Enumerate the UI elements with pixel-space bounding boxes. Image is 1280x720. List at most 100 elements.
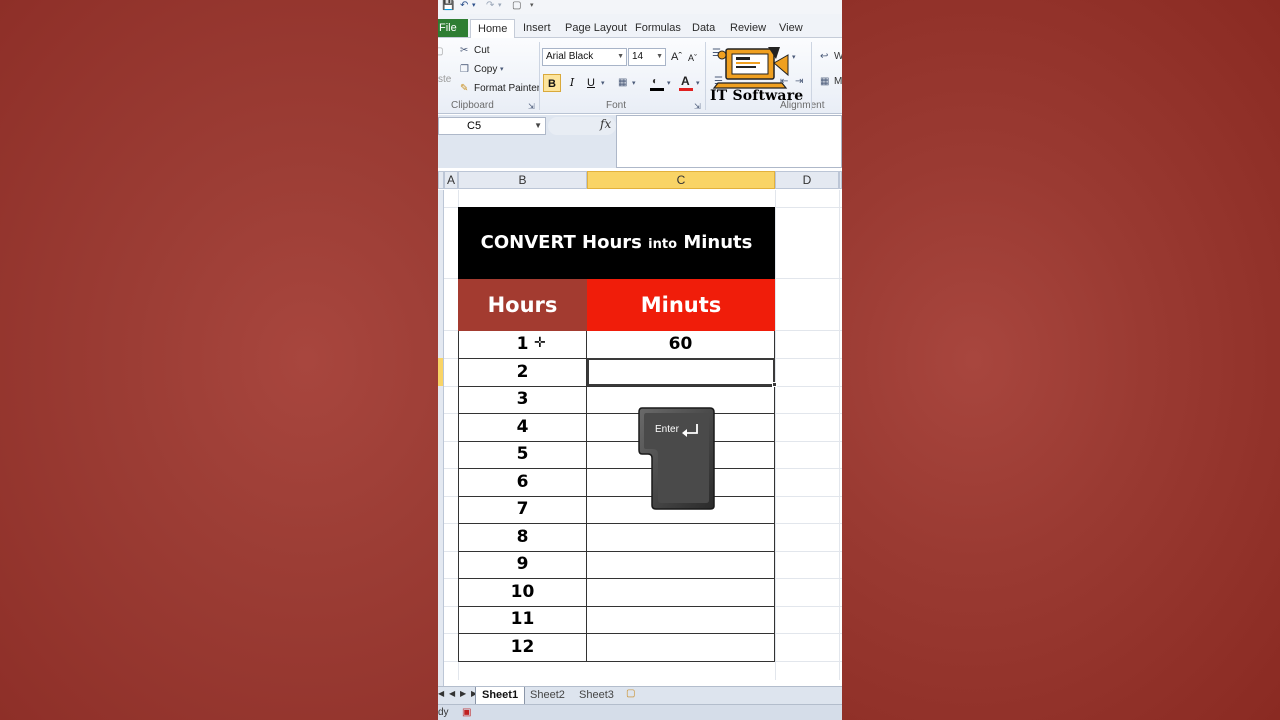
minutes-cell[interactable]	[587, 634, 774, 661]
quick-access-toolbar: 💾 ↶ ▾ ↷ ▾ ▢ ▾	[438, 0, 842, 14]
font-launcher-icon[interactable]: ⇲	[694, 101, 701, 113]
bold-button[interactable]: B	[543, 74, 561, 92]
font-size-select[interactable]: 14 ▼	[628, 48, 666, 66]
underline-dropdown-icon[interactable]: ▾	[601, 78, 605, 90]
fill-handle[interactable]	[772, 382, 777, 387]
grid-line	[775, 190, 776, 680]
redo-dropdown-icon[interactable]: ▾	[498, 0, 502, 12]
merge-center-icon[interactable]: ▦	[820, 76, 829, 88]
table-title[interactable]: CONVERT Hours into Minuts	[458, 207, 775, 279]
minutes-cell[interactable]	[587, 606, 774, 633]
save-icon[interactable]: 💾	[442, 0, 454, 12]
column-header-e[interactable]	[839, 171, 842, 189]
borders-dropdown-icon[interactable]: ▾	[632, 78, 636, 90]
fx-icon[interactable]: fx	[600, 117, 611, 131]
hours-cell[interactable]: 5	[459, 441, 587, 468]
cut-button[interactable]: Cut	[474, 45, 490, 57]
tab-file[interactable]: File	[438, 19, 468, 37]
font-family-value: Arial Black	[546, 51, 594, 62]
tab-formulas[interactable]: Formulas	[635, 21, 681, 35]
fill-color-icon[interactable]: ◐	[652, 76, 658, 88]
font-group-label: Font	[606, 100, 627, 111]
clipboard-launcher-icon[interactable]: ⇲	[528, 101, 535, 113]
table-row: 5	[458, 441, 775, 469]
tab-home[interactable]: Home	[470, 19, 516, 39]
chevron-down-icon: ▼	[617, 53, 624, 60]
hours-cell[interactable]: 12	[459, 634, 587, 661]
prev-sheet-icon[interactable]: ◀	[449, 689, 455, 698]
title-small-word: into	[648, 237, 678, 252]
column-header-a[interactable]: A	[444, 171, 458, 189]
undo-dropdown-icon[interactable]: ▾	[472, 0, 476, 12]
minutes-cell[interactable]	[587, 524, 774, 551]
wrap-text-fragment[interactable]: W	[834, 51, 842, 63]
undo-icon[interactable]: ↶	[460, 0, 468, 12]
enter-key-graphic: Enter	[638, 406, 716, 510]
table-row: 8	[458, 524, 775, 552]
active-cell-selection[interactable]	[587, 358, 775, 386]
customize-toolbar-icon[interactable]: ▾	[530, 0, 534, 12]
tab-page-layout[interactable]: Page Layout	[565, 21, 627, 35]
insert-sheet-icon[interactable]: ▢	[626, 688, 635, 699]
tab-insert[interactable]: Insert	[523, 21, 551, 35]
hours-cell[interactable]: 6	[459, 469, 587, 496]
sheet-tab-2[interactable]: Sheet2	[524, 687, 571, 704]
hours-cell[interactable]: 10	[459, 579, 587, 606]
formula-bar: C5 ▼ fx	[438, 115, 842, 168]
column-header-c[interactable]: C	[587, 171, 775, 189]
tab-review[interactable]: Review	[730, 21, 766, 35]
new-document-icon[interactable]: ▢	[512, 0, 521, 12]
copy-dropdown-icon[interactable]: ▾	[500, 64, 504, 76]
grid-line	[839, 190, 840, 680]
background-right	[842, 0, 1280, 720]
column-header-b[interactable]: B	[458, 171, 587, 189]
sheet-tab-1[interactable]: Sheet1	[475, 687, 526, 704]
table-row: 3	[458, 386, 775, 414]
paste-button-fragment[interactable]: ▢	[438, 46, 443, 58]
chevron-down-icon: ▼	[534, 121, 542, 130]
formula-input[interactable]	[616, 115, 842, 168]
tab-data[interactable]: Data	[692, 21, 715, 35]
next-sheet-icon[interactable]: ▶	[460, 689, 466, 698]
hours-cell[interactable]: 2	[459, 359, 587, 386]
font-color-dropdown-icon[interactable]: ▾	[696, 78, 700, 90]
hours-cell[interactable]: 7	[459, 496, 587, 523]
background-left	[0, 0, 438, 720]
hours-cell[interactable]: 11	[459, 606, 587, 633]
italic-button[interactable]: I	[563, 74, 581, 92]
hours-cell[interactable]: 9	[459, 551, 587, 578]
copy-button[interactable]: Copy	[474, 64, 497, 76]
hours-header-cell[interactable]: Hours	[458, 279, 587, 331]
minutes-cell[interactable]	[587, 551, 774, 578]
font-color-icon[interactable]: A	[681, 75, 690, 87]
merge-fragment[interactable]: M	[834, 76, 842, 88]
minutes-header-cell[interactable]: Minuts	[587, 279, 775, 331]
macro-record-icon[interactable]: ▣	[462, 705, 471, 720]
hours-cell[interactable]: 4	[459, 414, 587, 441]
copy-icon: ❐	[460, 64, 469, 75]
column-header-d[interactable]: D	[775, 171, 839, 189]
chevron-down-icon: ▼	[656, 53, 663, 60]
name-box-value: C5	[467, 120, 482, 132]
table-row: 12	[458, 634, 775, 662]
minutes-cell[interactable]	[587, 579, 774, 606]
fill-color-dropdown-icon[interactable]: ▾	[667, 78, 671, 90]
format-painter-button[interactable]: Format Painter	[474, 83, 540, 95]
hours-cell[interactable]: 3	[459, 386, 587, 413]
hours-cell[interactable]: 1	[459, 331, 587, 358]
redo-icon[interactable]: ↷	[486, 0, 494, 12]
wrap-text-icon[interactable]: ↩	[820, 51, 828, 63]
grow-font-icon[interactable]: Aˆ	[671, 51, 682, 63]
shrink-font-icon[interactable]: Aˇ	[688, 52, 697, 64]
first-sheet-icon[interactable]: ◀	[438, 689, 444, 698]
sheet-tab-3[interactable]: Sheet3	[573, 687, 620, 704]
font-family-select[interactable]: Arial Black ▼	[542, 48, 627, 66]
borders-icon[interactable]: ▦	[618, 77, 627, 89]
tab-view[interactable]: View	[779, 21, 803, 35]
name-box[interactable]: C5 ▼	[438, 117, 546, 135]
enter-key-label: Enter	[655, 424, 679, 435]
underline-button[interactable]: U	[582, 74, 600, 92]
hours-cell[interactable]: 8	[459, 524, 587, 551]
minutes-cell[interactable]: 60	[587, 331, 774, 358]
status-bar: dy ▣	[438, 704, 842, 720]
